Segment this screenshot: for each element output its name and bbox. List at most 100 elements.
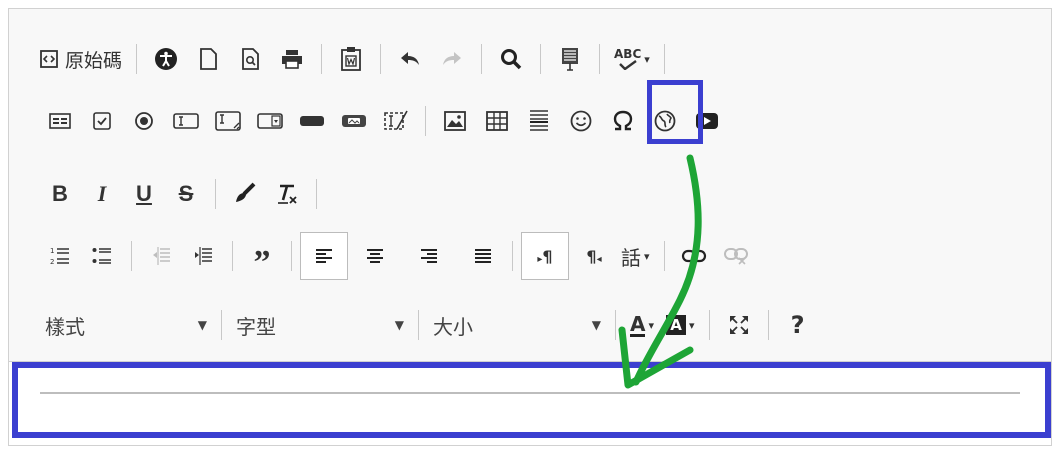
select-all-icon	[562, 48, 579, 71]
spellcheck-button[interactable]: ABC ▾	[608, 39, 656, 79]
toolbar-row-5: 樣式 ▼ 字型 ▼ 大小 ▼ A ▾ A ▾ ?	[9, 300, 1051, 350]
italic-button[interactable]: I	[81, 174, 123, 214]
style-dropdown[interactable]: 樣式 ▼	[39, 305, 213, 345]
chevron-down-icon: ▼	[591, 318, 601, 332]
help-button[interactable]: ?	[777, 305, 819, 345]
textarea-button[interactable]	[207, 101, 249, 141]
print-button[interactable]	[271, 39, 313, 79]
table-button[interactable]	[476, 101, 518, 141]
size-dropdown-label: 大小	[433, 314, 473, 339]
bold-icon: B	[52, 181, 68, 206]
separator	[599, 44, 601, 74]
language-button[interactable]: 話 ▾	[615, 236, 656, 276]
chevron-down-icon: ▼	[394, 318, 404, 332]
preview-button[interactable]	[229, 39, 271, 79]
checkbox-button[interactable]	[81, 101, 123, 141]
separator	[316, 179, 317, 209]
size-dropdown[interactable]: 大小 ▼	[427, 305, 607, 345]
font-dropdown-label: 字型	[236, 314, 276, 339]
special-char-icon	[613, 110, 633, 131]
spellcheck-label: ABC	[614, 47, 642, 61]
horizontal-line-icon	[530, 110, 548, 131]
image-button-button[interactable]	[333, 101, 375, 141]
copy-format-icon	[236, 182, 256, 202]
search-button[interactable]	[490, 39, 532, 79]
undo-button[interactable]	[389, 39, 431, 79]
separator	[615, 310, 616, 340]
maximize-button[interactable]	[718, 305, 760, 345]
image-button[interactable]	[434, 101, 476, 141]
unlink-button[interactable]	[715, 236, 757, 276]
radio-button[interactable]	[123, 101, 165, 141]
align-center-icon	[367, 249, 383, 263]
align-right-button[interactable]	[408, 236, 450, 276]
outdent-icon	[153, 247, 170, 265]
link-button[interactable]	[673, 236, 715, 276]
numbered-list-button[interactable]: 12	[39, 236, 81, 276]
justify-button[interactable]	[462, 236, 504, 276]
svg-text:2: 2	[50, 258, 54, 266]
hidden-field-button[interactable]	[375, 101, 417, 141]
rtl-button[interactable]: ¶◂	[573, 236, 615, 276]
source-button[interactable]: 原始碼	[33, 39, 128, 79]
toolbar-row-2	[9, 96, 1051, 146]
rtl-icon: ¶◂	[586, 246, 602, 266]
textfield-button[interactable]	[165, 101, 207, 141]
strike-button[interactable]: S	[165, 174, 207, 214]
outdent-button[interactable]	[140, 236, 182, 276]
remove-format-icon	[278, 184, 297, 204]
copy-format-button[interactable]	[224, 174, 266, 214]
separator	[221, 310, 222, 340]
paste-word-icon	[341, 47, 361, 71]
redo-button[interactable]	[431, 39, 473, 79]
font-dropdown[interactable]: 字型 ▼	[230, 305, 410, 345]
indent-button[interactable]	[182, 236, 224, 276]
smiley-button[interactable]	[560, 101, 602, 141]
text-color-icon: A	[630, 311, 646, 337]
ltr-button[interactable]: ▸¶	[521, 232, 569, 280]
editor-toolbar: 原始碼 ABC ▾ B I U S 1 2 ” ▸¶ ¶◂ 話 ▾ 樣式 ▼ 字…	[9, 9, 1051, 362]
bg-color-button[interactable]: A ▾	[660, 305, 701, 345]
style-dropdown-label: 樣式	[45, 314, 85, 339]
separator	[767, 310, 769, 340]
remove-format-button[interactable]	[266, 174, 308, 214]
separator	[131, 241, 132, 271]
numbered-list-icon: 12	[50, 247, 69, 266]
select-button[interactable]	[249, 101, 291, 141]
separator	[512, 241, 513, 271]
select-all-button[interactable]	[549, 39, 591, 79]
align-center-button[interactable]	[354, 236, 396, 276]
separator	[663, 44, 665, 74]
iframe-icon	[654, 110, 676, 132]
toolbar-row-1: 原始碼 ABC ▾	[9, 34, 1051, 84]
special-char-button[interactable]	[602, 101, 644, 141]
blockquote-button[interactable]: ”	[241, 236, 283, 280]
align-left-button[interactable]	[300, 232, 348, 280]
new-page-button[interactable]	[187, 39, 229, 79]
preview-icon	[242, 48, 259, 70]
textfield-icon	[173, 113, 199, 129]
separator	[136, 44, 138, 74]
horizontal-line-button[interactable]	[518, 101, 560, 141]
source-icon	[40, 50, 58, 68]
radio-icon	[135, 112, 153, 130]
youtube-button[interactable]	[686, 101, 728, 141]
image-button-icon	[342, 115, 366, 127]
form-button-button[interactable]	[291, 101, 333, 141]
accessibility-icon	[155, 48, 178, 70]
print-icon	[282, 50, 303, 69]
separator	[321, 44, 323, 74]
youtube-icon	[696, 113, 718, 129]
table-icon	[486, 111, 508, 131]
bulleted-list-icon	[92, 248, 111, 264]
form-button[interactable]	[39, 101, 81, 141]
accessibility-button[interactable]	[145, 39, 187, 79]
text-color-button[interactable]: A ▾	[624, 305, 660, 345]
link-icon	[681, 249, 706, 263]
bulleted-list-button[interactable]	[81, 236, 123, 276]
underline-button[interactable]: U	[123, 174, 165, 214]
iframe-button[interactable]	[644, 101, 686, 141]
content-horizontal-rule	[40, 392, 1020, 394]
bold-button[interactable]: B	[39, 174, 81, 214]
paste-word-button[interactable]	[330, 39, 372, 79]
